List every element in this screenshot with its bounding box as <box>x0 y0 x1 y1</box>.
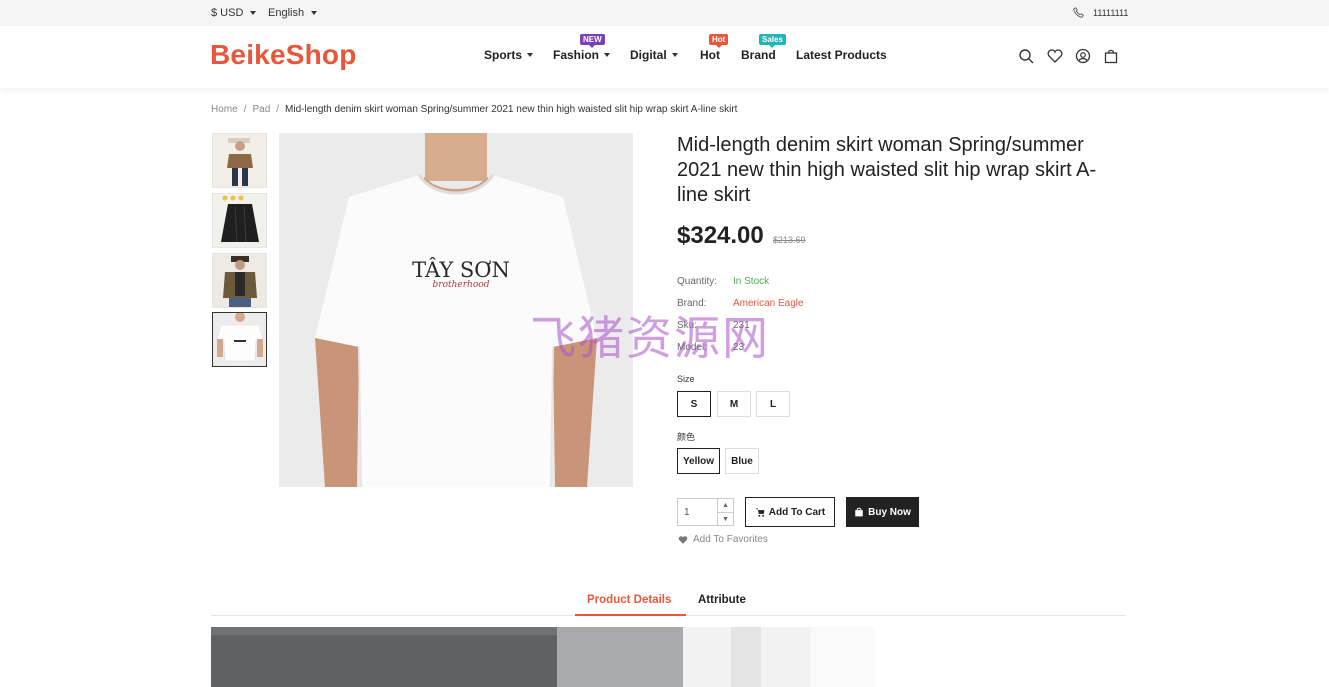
phone-number: 11111111 <box>1093 7 1129 18</box>
product-old-price: $213.69 <box>773 235 806 245</box>
nav-label: Digital <box>630 48 667 62</box>
detail-photo <box>211 627 875 687</box>
meta-quantity: Quantity: In Stock <box>677 276 769 287</box>
language-selector[interactable]: English <box>268 7 318 19</box>
nav-label: Hot <box>700 48 720 62</box>
breadcrumb-current: Mid-length denim skirt woman Spring/summ… <box>285 104 738 115</box>
search-icon[interactable] <box>1018 48 1034 64</box>
currency-label: $ USD <box>211 7 244 19</box>
language-label: English <box>268 7 305 19</box>
chevron-down-icon <box>671 53 678 57</box>
phone-icon <box>1073 7 1084 18</box>
tab-product-details[interactable]: Product Details <box>587 594 671 606</box>
thumbnail-2[interactable] <box>212 193 267 248</box>
breadcrumb-separator: / <box>243 104 247 115</box>
nav-badge-new: NEW <box>580 34 605 48</box>
tab-attribute[interactable]: Attribute <box>698 594 746 606</box>
thumbnail-3[interactable] <box>212 253 267 308</box>
chevron-down-icon <box>311 11 318 15</box>
size-option-s[interactable]: S <box>677 391 711 417</box>
add-to-cart-button[interactable]: Add To Cart <box>745 497 835 527</box>
chevron-down-icon[interactable]: ▼ <box>717 512 733 525</box>
chevron-down-icon <box>250 11 257 15</box>
nav-item-fashion[interactable]: NEW Fashion <box>553 34 611 62</box>
thumbnail-1[interactable] <box>212 133 267 188</box>
nav-item-brand[interactable]: Sales Brand <box>741 34 786 62</box>
logo[interactable]: BeikeShop <box>210 39 357 71</box>
product-title: Mid-length denim skirt woman Spring/summ… <box>677 134 1097 206</box>
nav-label: Brand <box>741 48 776 62</box>
nav-item-sports[interactable]: Sports <box>484 48 534 62</box>
product-thumbnail-image <box>213 134 266 187</box>
thumbnail-4-selected[interactable] <box>212 312 267 367</box>
shirt-print-subtext: brotherhood <box>433 280 490 290</box>
chevron-down-icon <box>527 53 534 57</box>
active-tab-indicator <box>575 614 686 616</box>
nav-badge-sales: Sales <box>759 34 786 48</box>
add-to-cart-label: Add To Cart <box>768 506 826 518</box>
buy-now-label: Buy Now <box>868 506 911 518</box>
quantity-stepper[interactable]: 1 ▲ ▼ <box>677 498 734 526</box>
cart-icon[interactable] <box>1103 48 1119 64</box>
add-to-favorites-label: Add To Favorites <box>693 534 768 545</box>
color-option-blue[interactable]: Blue <box>725 448 759 474</box>
nav-item-latest-products[interactable]: Latest Products <box>796 48 887 62</box>
product-thumbnail-image <box>213 194 266 247</box>
meta-label: Quantity: <box>677 276 718 287</box>
product-thumbnail-image <box>213 313 266 366</box>
buy-now-button[interactable]: Buy Now <box>846 497 919 527</box>
product-tabs: Product Details Attribute <box>211 592 1126 616</box>
product-thumbnail-image <box>213 254 266 307</box>
bag-icon <box>855 507 863 517</box>
header: BeikeShop Sports NEW Fashion Digital Hot… <box>0 26 1329 88</box>
heart-icon <box>678 535 688 544</box>
chevron-up-icon[interactable]: ▲ <box>717 499 733 512</box>
size-option-m[interactable]: M <box>717 391 751 417</box>
nav-label: Sports <box>484 48 523 62</box>
size-label: Size <box>677 374 695 384</box>
nav-item-digital[interactable]: Digital <box>630 48 678 62</box>
add-to-favorites-link[interactable]: Add To Favorites <box>678 534 768 545</box>
chevron-down-icon <box>604 53 611 57</box>
phone-contact: 11111111 <box>1073 7 1128 18</box>
top-bar: $ USD English 11111111 <box>0 0 1329 26</box>
breadcrumb: Home / Pad / Mid-length denim skirt woma… <box>211 104 737 115</box>
nav-badge-hot: Hot <box>709 34 729 48</box>
heart-icon[interactable] <box>1047 48 1063 64</box>
nav-item-hot[interactable]: Hot Hot <box>700 34 729 62</box>
currency-selector[interactable]: $ USD <box>211 7 257 19</box>
watermark-overlay: 飞猪资源网 <box>530 311 770 365</box>
user-icon[interactable] <box>1075 48 1091 64</box>
nav-label: Latest Products <box>796 48 887 62</box>
breadcrumb-home[interactable]: Home <box>211 104 238 115</box>
shirt-print-text: TÂY SƠN <box>412 258 510 282</box>
nav-label: Fashion <box>553 48 600 62</box>
product-detail-image <box>211 627 875 687</box>
stock-status: In Stock <box>733 276 770 287</box>
product-price: $324.00 <box>677 222 764 249</box>
breadcrumb-separator: / <box>276 104 280 115</box>
cart-icon <box>755 508 765 517</box>
breadcrumb-category[interactable]: Pad <box>252 104 270 115</box>
color-label: 颜色 <box>677 432 696 442</box>
quantity-input[interactable]: 1 <box>684 507 690 518</box>
size-option-l[interactable]: L <box>756 391 790 417</box>
color-option-yellow[interactable]: Yellow <box>677 448 720 474</box>
